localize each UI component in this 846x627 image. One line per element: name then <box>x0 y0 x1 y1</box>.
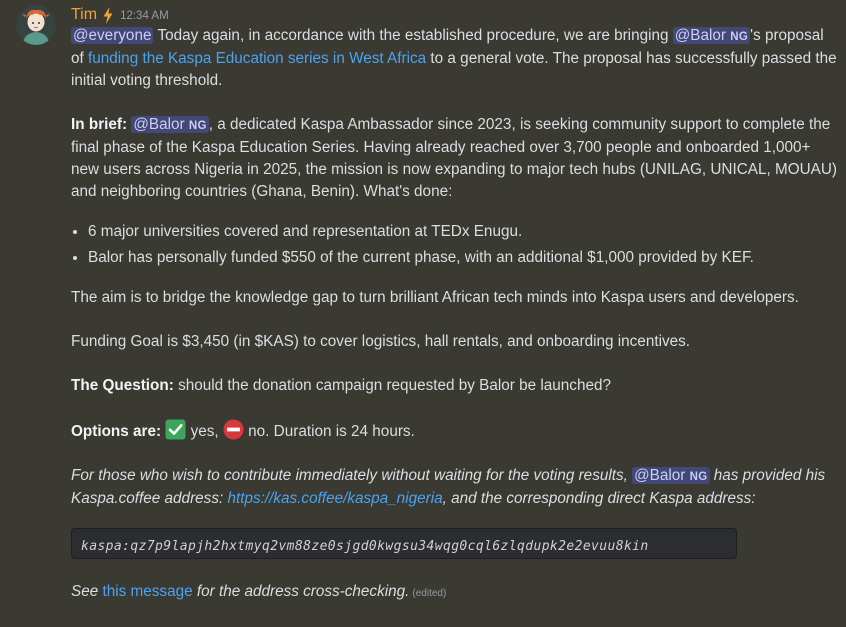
paragraph-options: Options are: yes, no. Duration is 24 hou… <box>71 419 837 443</box>
avatar-image <box>16 5 56 45</box>
author-name[interactable]: Tim <box>71 6 97 24</box>
mention-balor[interactable]: @Balor NG <box>131 116 209 133</box>
check-mark-icon[interactable] <box>165 419 186 440</box>
message-timestamp[interactable]: 12:34 AM <box>120 10 169 22</box>
paragraph-funding-goal: Funding Goal is $3,450 (in $KAS) to cove… <box>71 333 691 350</box>
see-text-1: See <box>71 583 103 600</box>
mention-balor-name: @Balor <box>674 27 727 44</box>
intro-text-1: Today again, in accordance with the esta… <box>153 27 673 44</box>
list-item: Balor has personally funded $550 of the … <box>88 247 837 269</box>
message-content: @everyone Today again, in accordance wit… <box>71 25 837 627</box>
see-text-2: for the address cross-checking. <box>192 583 410 600</box>
this-message-link[interactable]: this message <box>102 583 192 600</box>
contribute-italic: For those who wish to contribute immedia… <box>71 467 825 507</box>
mention-balor[interactable]: @Balor NG <box>632 467 710 484</box>
paragraph-brief: In brief: @Balor NG, a dedicated Kaspa A… <box>71 114 837 203</box>
proposal-link[interactable]: funding the Kaspa Education series in We… <box>88 50 426 67</box>
paragraph-see-message: See this message for the address cross-c… <box>71 581 837 605</box>
options-heading: Options are: <box>71 423 162 440</box>
mention-balor-name: @Balor <box>634 467 686 484</box>
question-heading: The Question: <box>71 377 174 394</box>
kas-coffee-link[interactable]: https://kas.coffee/kaspa_nigeria <box>227 490 442 507</box>
mention-balor-tag: NG <box>730 31 749 43</box>
mention-everyone[interactable]: @everyone <box>71 27 154 44</box>
list-item: 6 major universities covered and represe… <box>88 221 837 243</box>
option-yes-text: yes, <box>186 423 223 440</box>
contribute-text-3: , and the corresponding direct Kaspa add… <box>442 490 756 507</box>
see-italic: See this message for the address cross-c… <box>71 583 409 600</box>
paragraph-intro: @everyone Today again, in accordance wit… <box>71 25 837 92</box>
message-header: Tim 12:34 AM <box>71 5 169 25</box>
paragraph-contribute: For those who wish to contribute immedia… <box>71 465 837 510</box>
mention-balor-tag: NG <box>689 471 708 483</box>
lightning-bolt-icon <box>103 6 113 24</box>
avatar[interactable] <box>16 5 56 45</box>
edited-label[interactable]: (edited) <box>412 588 446 599</box>
kaspa-address-codeblock[interactable]: kaspa:qz7p9lapjh2hxtmyq2vm88ze0sjgd0kwgs… <box>71 528 737 559</box>
option-no-text: no. Duration is 24 hours. <box>243 423 415 440</box>
no-entry-icon[interactable] <box>223 419 244 440</box>
brief-heading: In brief: <box>71 116 128 133</box>
achievements-list: 6 major universities covered and represe… <box>71 221 837 269</box>
paragraph-aim: The aim is to bridge the knowledge gap t… <box>71 289 799 306</box>
question-text: should the donation campaign requested b… <box>173 377 611 394</box>
mention-balor-name: @Balor <box>133 116 185 133</box>
mention-balor[interactable]: @Balor NG <box>672 27 751 44</box>
mention-balor-tag: NG <box>188 120 207 132</box>
paragraph-question: The Question: should the donation campai… <box>71 375 837 397</box>
contribute-text-1: For those who wish to contribute immedia… <box>71 467 633 484</box>
